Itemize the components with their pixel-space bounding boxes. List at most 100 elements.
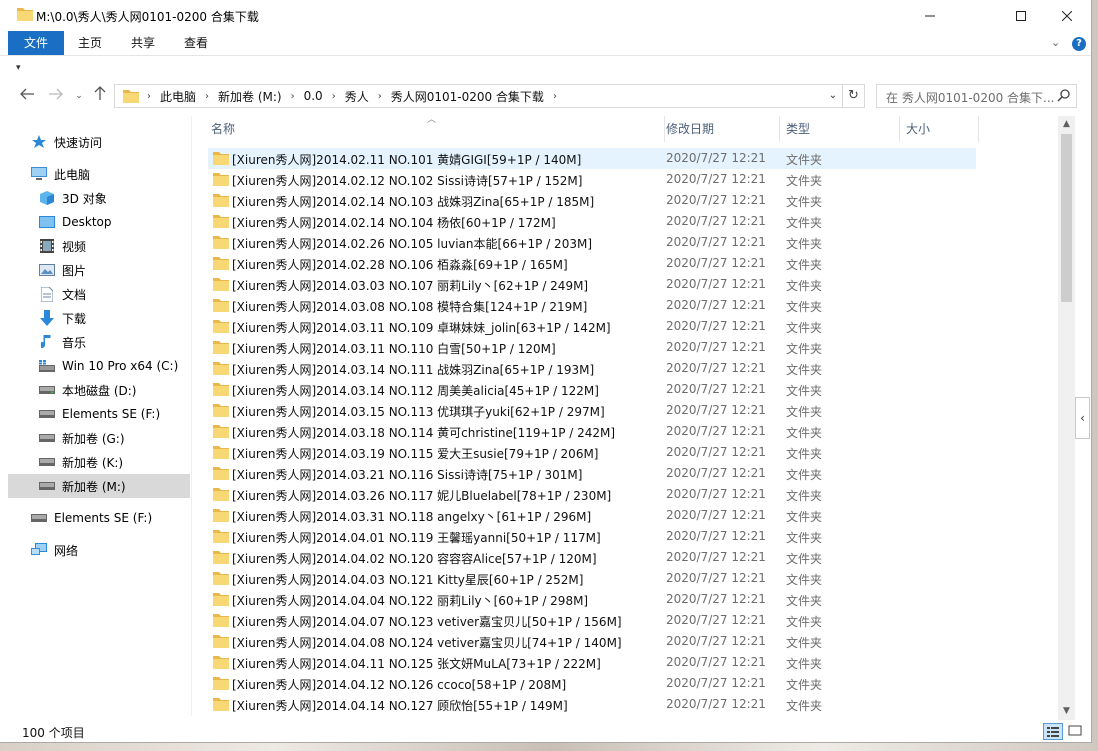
table-row[interactable]: [Xiuren秀人网]2014.02.14 NO.103 战姝羽Zina[65+…: [208, 190, 976, 211]
chevron-right-icon[interactable]: ›: [203, 91, 211, 102]
file-name: [Xiuren秀人网]2014.04.03 NO.121 Kitty星辰[60+…: [232, 573, 584, 587]
table-row[interactable]: [Xiuren秀人网]2014.04.04 NO.122 丽莉Lily丶[60+…: [208, 589, 976, 610]
table-row[interactable]: [Xiuren秀人网]2014.03.03 NO.107 丽莉Lily丶[62+…: [208, 274, 976, 295]
breadcrumb-current-folder[interactable]: 秀人网0101-0200 合集下载: [384, 88, 551, 105]
table-row[interactable]: [Xiuren秀人网]2014.04.07 NO.123 vetiver嘉宝贝儿…: [208, 610, 976, 631]
table-row[interactable]: [Xiuren秀人网]2014.02.12 NO.102 Sissi诗诗[57+…: [208, 169, 976, 190]
file-name: [Xiuren秀人网]2014.03.14 NO.111 战姝羽Zina[65+…: [232, 363, 595, 377]
table-row[interactable]: [Xiuren秀人网]2014.03.11 NO.109 卓琳妹妹_jolin[…: [208, 316, 976, 337]
up-button[interactable]: [90, 86, 110, 106]
sidebar-item-pictures[interactable]: 图片: [38, 258, 190, 282]
sidebar-item-videos[interactable]: 视频: [38, 234, 190, 258]
column-header-date[interactable]: 修改日期: [659, 116, 780, 142]
table-row[interactable]: [Xiuren秀人网]2014.03.14 NO.111 战姝羽Zina[65+…: [208, 358, 976, 379]
sidebar-item-music[interactable]: 音乐: [38, 330, 190, 354]
table-row[interactable]: [Xiuren秀人网]2014.03.19 NO.115 爱大王susie[79…: [208, 442, 976, 463]
sidebar-item-quick-access[interactable]: 快速访问: [30, 130, 190, 154]
table-row[interactable]: [Xiuren秀人网]2014.03.15 NO.113 优琪琪子yuki[62…: [208, 400, 976, 421]
close-button[interactable]: [1044, 0, 1090, 31]
minimize-button[interactable]: [907, 0, 953, 31]
customize-toolbar-icon[interactable]: ▾: [16, 63, 21, 73]
forward-button[interactable]: [46, 86, 66, 106]
breadcrumb-0-0[interactable]: 0.0: [297, 89, 330, 103]
sidebar-item-drive-m[interactable]: 新加卷 (M:): [8, 474, 190, 498]
file-name: [Xiuren秀人网]2014.03.15 NO.113 优琪琪子yuki[62…: [232, 405, 605, 419]
breadcrumb-xiuren[interactable]: 秀人: [338, 88, 376, 105]
file-date: 2020/7/27 12:21: [666, 151, 766, 165]
sidebar-item-label: Elements SE (F:): [54, 511, 153, 525]
table-row[interactable]: [Xiuren秀人网]2014.04.02 NO.120 容容容Alice[57…: [208, 547, 976, 568]
table-row[interactable]: [Xiuren秀人网]2014.03.18 NO.114 黄可christine…: [208, 421, 976, 442]
large-icons-view-button[interactable]: [1066, 723, 1086, 740]
scroll-down-icon[interactable]: ▼: [1058, 703, 1075, 720]
sidebar-item-drive-g[interactable]: 新加卷 (G:): [38, 426, 190, 450]
tab-share[interactable]: 共享: [118, 31, 168, 55]
address-bar[interactable]: › 此电脑 › 新加卷 (M:) › 0.0 › 秀人 › 秀人网0101-02…: [114, 84, 865, 108]
sidebar-item-desktop[interactable]: Desktop: [38, 210, 190, 234]
sidebar-item-3d-objects[interactable]: 3D 对象: [38, 186, 190, 210]
help-icon[interactable]: ?: [1072, 37, 1086, 51]
table-row[interactable]: [Xiuren秀人网]2014.02.14 NO.104 杨依[60+1P / …: [208, 211, 976, 232]
file-name: [Xiuren秀人网]2014.03.14 NO.112 周美美alicia[4…: [232, 384, 599, 398]
breadcrumb-drive-m[interactable]: 新加卷 (M:): [211, 88, 289, 105]
file-date: 2020/7/27 12:21: [666, 319, 766, 333]
tab-view[interactable]: 查看: [171, 31, 221, 55]
large-icons-view-icon: [1068, 725, 1082, 736]
vertical-scrollbar[interactable]: ▲ ▼: [1058, 116, 1075, 720]
table-row[interactable]: [Xiuren秀人网]2014.03.08 NO.108 模特合集[124+1P…: [208, 295, 976, 316]
details-view-button[interactable]: [1043, 723, 1063, 740]
file-date: 2020/7/27 12:21: [666, 571, 766, 585]
sidebar-item-elements-se[interactable]: Elements SE (F:): [30, 506, 190, 530]
table-row[interactable]: [Xiuren秀人网]2014.03.21 NO.116 Sissi诗诗[75+…: [208, 463, 976, 484]
sidebar-item-this-pc[interactable]: 此电脑: [30, 162, 190, 186]
column-header-size[interactable]: 大小: [899, 116, 979, 142]
sidebar-item-network[interactable]: 网络: [30, 538, 190, 562]
search-box[interactable]: 在 秀人网0101-0200 合集下...: [876, 84, 1077, 108]
search-placeholder: 在 秀人网0101-0200 合集下...: [886, 91, 1055, 105]
scroll-up-icon[interactable]: ▲: [1058, 116, 1075, 133]
title-bar[interactable]: M:\0.0\秀人\秀人网0101-0200 合集下载: [0, 0, 1091, 31]
refresh-icon[interactable]: ↻: [842, 85, 864, 107]
chevron-right-icon[interactable]: ›: [145, 91, 153, 102]
table-row[interactable]: [Xiuren秀人网]2014.04.14 NO.127 顾欣怡[55+1P /…: [208, 694, 976, 715]
file-type: 文件夹: [786, 174, 823, 188]
scrollbar-thumb[interactable]: [1061, 134, 1072, 302]
sidebar-item-drive-f[interactable]: Elements SE (F:): [38, 402, 190, 426]
table-row[interactable]: [Xiuren秀人网]2014.04.03 NO.121 Kitty星辰[60+…: [208, 568, 976, 589]
chevron-right-icon[interactable]: ›: [330, 91, 338, 102]
table-row[interactable]: [Xiuren秀人网]2014.03.31 NO.118 angelxy丶[61…: [208, 505, 976, 526]
recent-locations-icon[interactable]: ⌄: [69, 86, 89, 106]
address-dropdown-icon[interactable]: ⌄: [825, 85, 841, 107]
file-type: 文件夹: [786, 447, 823, 461]
sidebar-item-drive-k[interactable]: 新加卷 (K:): [38, 450, 190, 474]
column-header-type[interactable]: 类型: [779, 116, 900, 142]
table-row[interactable]: [Xiuren秀人网]2014.03.14 NO.112 周美美alicia[4…: [208, 379, 976, 400]
sidebar-item-label: 视频: [62, 239, 87, 254]
chevron-right-icon[interactable]: ›: [289, 91, 297, 102]
file-type: 文件夹: [786, 405, 823, 419]
back-button[interactable]: [17, 86, 37, 106]
table-row[interactable]: [Xiuren秀人网]2014.03.11 NO.110 白雪[50+1P / …: [208, 337, 976, 358]
table-row[interactable]: [Xiuren秀人网]2014.02.28 NO.106 栢淼淼[69+1P /…: [208, 253, 976, 274]
expand-pane-button[interactable]: ‹: [1075, 397, 1090, 439]
maximize-button[interactable]: [998, 0, 1044, 31]
tab-file[interactable]: 文件: [8, 31, 64, 55]
chevron-right-icon[interactable]: ›: [551, 91, 559, 102]
column-header-name[interactable]: 名称: [204, 116, 665, 142]
table-row[interactable]: [Xiuren秀人网]2014.04.01 NO.119 王馨瑶yanni[50…: [208, 526, 976, 547]
table-row[interactable]: [Xiuren秀人网]2014.02.11 NO.101 黄婧GIGI[59+1…: [208, 148, 976, 169]
table-row[interactable]: [Xiuren秀人网]2014.04.12 NO.126 ccoco[58+1P…: [208, 673, 976, 694]
breadcrumb-this-pc[interactable]: 此电脑: [153, 88, 203, 105]
sidebar-item-drive-d[interactable]: 本地磁盘 (D:): [38, 378, 190, 402]
table-row[interactable]: [Xiuren秀人网]2014.04.08 NO.124 vetiver嘉宝贝儿…: [208, 631, 976, 652]
ribbon-expand-icon[interactable]: ⌄: [1051, 36, 1060, 49]
table-row[interactable]: [Xiuren秀人网]2014.02.26 NO.105 luvian本能[66…: [208, 232, 976, 253]
chevron-right-icon[interactable]: ›: [376, 91, 384, 102]
navigation-pane: 快速访问 此电脑 3D 对象 Desktop 视频 图片 文档 下载 音乐 Wi…: [0, 116, 192, 716]
tab-home[interactable]: 主页: [66, 31, 114, 55]
table-row[interactable]: [Xiuren秀人网]2014.03.26 NO.117 妮儿Bluelabel…: [208, 484, 976, 505]
sidebar-item-documents[interactable]: 文档: [38, 282, 190, 306]
sidebar-item-drive-c[interactable]: Win 10 Pro x64 (C:): [38, 354, 190, 378]
table-row[interactable]: [Xiuren秀人网]2014.04.11 NO.125 张文妍MuLA[73+…: [208, 652, 976, 673]
sidebar-item-downloads[interactable]: 下载: [38, 306, 190, 330]
